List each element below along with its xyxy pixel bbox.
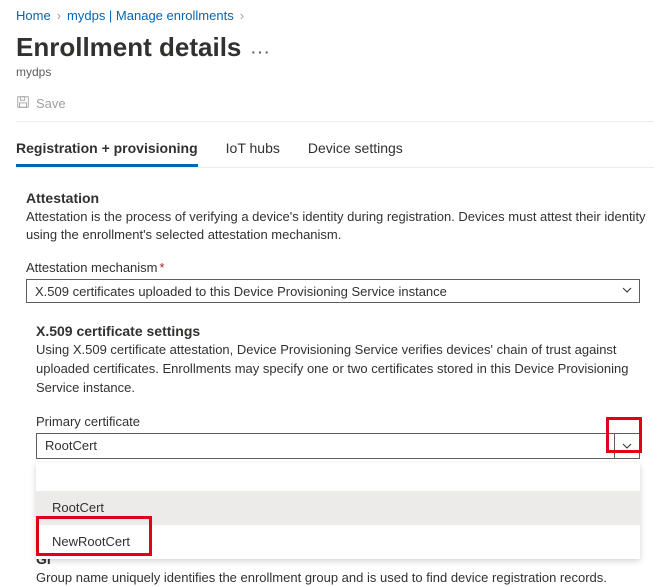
primary-certificate-chevron[interactable] <box>615 433 640 459</box>
x509-desc: Using X.509 certificate attestation, Dev… <box>36 341 640 398</box>
attestation-title: Attestation <box>26 190 650 206</box>
chevron-right-icon: › <box>240 8 244 23</box>
x509-title: X.509 certificate settings <box>36 323 650 339</box>
toolbar: Save <box>16 93 654 119</box>
group-name-desc: Group name uniquely identifies the enrol… <box>36 569 650 587</box>
divider <box>16 121 654 122</box>
page-title-text: Enrollment details <box>16 32 241 63</box>
primary-certificate-value: RootCert <box>45 438 97 453</box>
chevron-right-icon: › <box>57 8 61 23</box>
breadcrumb-path[interactable]: mydps | Manage enrollments <box>67 8 234 23</box>
tab-device-settings[interactable]: Device settings <box>308 130 403 167</box>
save-icon <box>16 95 30 112</box>
attestation-desc: Attestation is the process of verifying … <box>26 208 650 244</box>
page-title: Enrollment details ··· <box>16 32 654 63</box>
breadcrumb-home[interactable]: Home <box>16 8 51 23</box>
attestation-mechanism-label: Attestation mechanism* <box>26 260 650 275</box>
save-button[interactable]: Save <box>36 96 66 111</box>
page-subtitle: mydps <box>16 65 654 79</box>
tab-iot-hubs[interactable]: IoT hubs <box>226 130 280 167</box>
chevron-down-icon <box>621 284 633 299</box>
tabs: Registration + provisioning IoT hubs Dev… <box>16 130 654 168</box>
attestation-mechanism-value: X.509 certificates uploaded to this Devi… <box>35 284 447 299</box>
dropdown-option-newrootcert[interactable]: NewRootCert <box>36 525 640 559</box>
primary-certificate-label: Primary certificate <box>36 414 650 429</box>
attestation-mechanism-select[interactable]: X.509 certificates uploaded to this Devi… <box>26 279 640 303</box>
tab-registration-provisioning[interactable]: Registration + provisioning <box>16 130 198 167</box>
more-icon[interactable]: ··· <box>251 45 271 59</box>
primary-certificate-dropdown: RootCert NewRootCert <box>36 463 640 559</box>
dropdown-option-rootcert[interactable]: RootCert <box>36 491 640 525</box>
required-indicator: * <box>160 260 165 275</box>
breadcrumb: Home › mydps | Manage enrollments › <box>16 6 654 24</box>
primary-certificate-select[interactable]: RootCert <box>36 433 615 459</box>
